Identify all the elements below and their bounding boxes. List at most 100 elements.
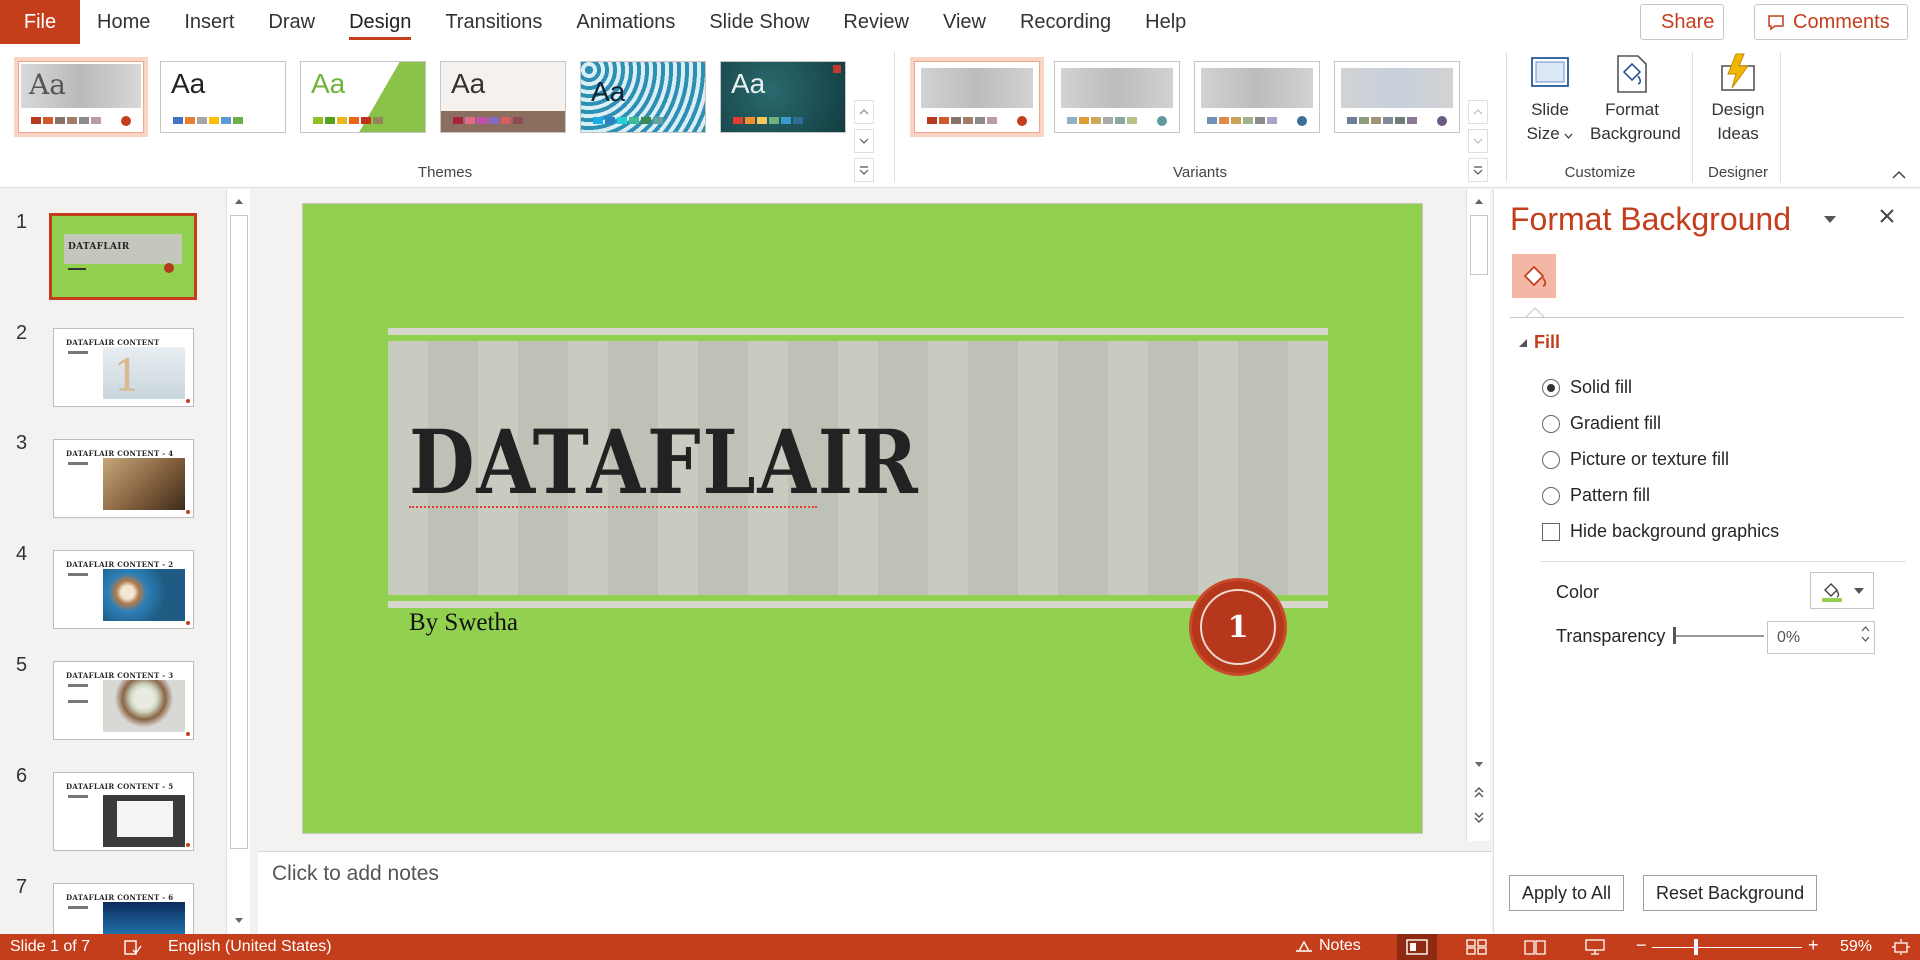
previous-slide-button[interactable]: [1467, 780, 1491, 804]
scroll-up-arrow[interactable]: [227, 189, 250, 213]
tab-review[interactable]: Review: [826, 0, 926, 44]
fit-to-window-icon[interactable]: [1892, 938, 1910, 956]
themes-scroll-down[interactable]: [854, 129, 874, 153]
scroll-thumb[interactable]: [1470, 215, 1488, 275]
chevron-down-icon[interactable]: [1861, 636, 1870, 642]
variant-thumb-4[interactable]: [1334, 61, 1460, 133]
slide-title[interactable]: DATAFLAIR: [409, 410, 920, 514]
slide-thumb-7[interactable]: DATAFLAIR CONTENT - 6: [53, 883, 194, 934]
double-chevron-up-icon: [1474, 787, 1484, 798]
slide-size-button[interactable]: Slide Size: [1520, 52, 1580, 146]
theme-thumb-office[interactable]: Aa: [160, 61, 286, 133]
notes-area[interactable]: Click to add notes: [258, 851, 1492, 934]
picture-fill-radio[interactable]: [1542, 450, 1560, 469]
tab-design[interactable]: Design: [332, 0, 428, 44]
collapse-ribbon-icon[interactable]: [1892, 170, 1906, 179]
share-button[interactable]: Share: [1640, 4, 1724, 40]
tab-file[interactable]: File: [0, 0, 80, 44]
tab-transitions[interactable]: Transitions: [428, 0, 559, 44]
gradient-fill-radio[interactable]: [1542, 414, 1560, 433]
format-background-button[interactable]: Format Background: [1590, 52, 1681, 146]
themes-scroll-up[interactable]: [854, 100, 874, 124]
transparency-input[interactable]: 0%: [1767, 621, 1875, 654]
slide-thumb-1[interactable]: DATAFLAIR: [49, 213, 197, 300]
theme-thumb-circuit[interactable]: Aa: [580, 61, 706, 133]
transparency-slider[interactable]: [1674, 635, 1764, 637]
pattern-fill-radio[interactable]: [1542, 486, 1560, 505]
zoom-level[interactable]: 59%: [1840, 938, 1872, 956]
solid-fill-radio[interactable]: [1542, 378, 1560, 397]
theme-thumb-dark[interactable]: Aa: [720, 61, 846, 133]
slide-thumb-2[interactable]: DATAFLAIR CONTENT 1: [53, 328, 194, 407]
slide-show-button[interactable]: [1575, 934, 1615, 960]
tab-insert[interactable]: Insert: [167, 0, 251, 44]
reading-view-button[interactable]: [1515, 934, 1555, 960]
tab-view[interactable]: View: [926, 0, 1003, 44]
variants-scroll-up[interactable]: [1468, 100, 1488, 124]
scroll-down-arrow[interactable]: [227, 909, 250, 933]
normal-view-button[interactable]: [1397, 934, 1437, 960]
variant-thumb-2[interactable]: [1054, 61, 1180, 133]
triangle-up-icon: [1475, 199, 1483, 204]
slide-thumb-4[interactable]: DATAFLAIR CONTENT - 2: [53, 550, 194, 629]
slide-size-label-2: Size: [1520, 122, 1580, 146]
accessibility-icon[interactable]: [124, 940, 142, 955]
next-slide-button[interactable]: [1467, 806, 1491, 830]
gradient-fill-option[interactable]: Gradient fill: [1542, 413, 1661, 434]
notes-toggle-button[interactable]: Notes: [1295, 937, 1361, 955]
pane-close-button[interactable]: [1879, 203, 1895, 231]
apply-to-all-button[interactable]: Apply to All: [1509, 875, 1625, 911]
language-status[interactable]: English (United States): [168, 938, 332, 956]
scroll-down-arrow[interactable]: [1467, 753, 1491, 777]
variant-thumb-1[interactable]: [914, 61, 1040, 133]
zoom-in-button[interactable]: +: [1808, 935, 1819, 956]
slide-subtitle[interactable]: By Swetha: [409, 609, 518, 637]
tab-animations[interactable]: Animations: [559, 0, 692, 44]
theme-thumb-wood[interactable]: Aa: [440, 61, 566, 133]
ribbon-tabs: Home Insert Draw Design Transitions Anim…: [80, 0, 1203, 44]
fill-color-picker[interactable]: [1810, 572, 1874, 609]
fill-tab[interactable]: [1512, 254, 1556, 298]
hide-background-graphics-checkbox[interactable]: [1542, 522, 1560, 541]
comments-button[interactable]: Comments: [1754, 4, 1908, 40]
tab-slide-show[interactable]: Slide Show: [692, 0, 826, 44]
chevron-up-icon[interactable]: [1861, 626, 1870, 632]
slide-thumb-3[interactable]: DATAFLAIR CONTENT - 4: [53, 439, 194, 518]
transparency-slider-handle[interactable]: [1673, 627, 1676, 644]
tab-draw[interactable]: Draw: [251, 0, 332, 44]
gallery-more-icon: [1473, 165, 1483, 175]
tab-recording[interactable]: Recording: [1003, 0, 1128, 44]
ribbon-separator: [894, 52, 895, 182]
pattern-fill-option[interactable]: Pattern fill: [1542, 485, 1650, 506]
slide-thumb-5[interactable]: DATAFLAIR CONTENT - 3: [53, 661, 194, 740]
slide-thumb-6[interactable]: DATAFLAIR CONTENT - 5: [53, 772, 194, 851]
zoom-slider-handle[interactable]: [1694, 939, 1698, 955]
transparency-spinner[interactable]: [1861, 624, 1870, 646]
hide-background-graphics-option[interactable]: Hide background graphics: [1542, 521, 1779, 542]
reset-background-button[interactable]: Reset Background: [1643, 875, 1818, 911]
zoom-out-button[interactable]: −: [1636, 935, 1647, 956]
thumbnail-scrollbar[interactable]: [226, 189, 250, 934]
slide-canvas[interactable]: DATAFLAIR By Swetha 1: [302, 203, 1423, 834]
variant-thumb-3[interactable]: [1194, 61, 1320, 133]
ribbon-design: Aa Aa Aa Aa Aa Aa Themes Variants Slide …: [0, 44, 1920, 188]
fill-section-header[interactable]: Fill: [1518, 332, 1560, 353]
chevron-up-icon: [1473, 109, 1483, 115]
scroll-up-arrow[interactable]: [1467, 189, 1491, 213]
variants-more-button[interactable]: [1468, 158, 1488, 182]
themes-more-button[interactable]: [854, 158, 874, 182]
zoom-slider[interactable]: [1652, 947, 1802, 948]
theme-thumb-facet[interactable]: Aa: [300, 61, 426, 133]
double-chevron-down-icon: [1474, 812, 1484, 823]
pane-options-dropdown[interactable]: [1824, 211, 1836, 227]
solid-fill-option[interactable]: Solid fill: [1542, 377, 1632, 398]
slide-scrollbar[interactable]: [1466, 189, 1490, 841]
theme-thumb-current[interactable]: Aa: [18, 61, 144, 133]
design-ideas-button[interactable]: Design Ideas: [1700, 52, 1776, 146]
tab-home[interactable]: Home: [80, 0, 167, 44]
scroll-thumb[interactable]: [230, 215, 248, 849]
variants-scroll-down[interactable]: [1468, 129, 1488, 153]
picture-fill-option[interactable]: Picture or texture fill: [1542, 449, 1729, 470]
slide-sorter-button[interactable]: [1457, 934, 1497, 960]
tab-help[interactable]: Help: [1128, 0, 1203, 44]
